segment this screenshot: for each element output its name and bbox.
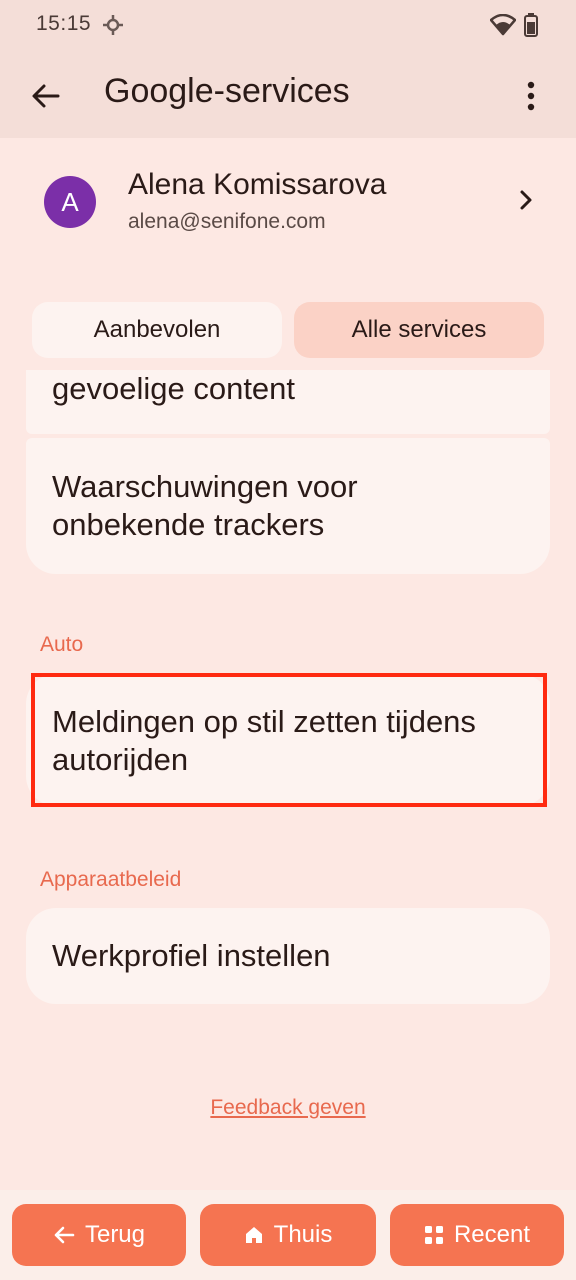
nav-recent-button[interactable]: Recent xyxy=(390,1204,564,1266)
status-time: 15:15 xyxy=(36,12,92,35)
arrow-left-icon xyxy=(54,1226,75,1244)
grid-icon xyxy=(424,1226,443,1244)
feedback-link[interactable]: Feedback geven xyxy=(210,1096,365,1119)
more-options-icon[interactable] xyxy=(516,78,546,114)
back-arrow-icon[interactable] xyxy=(28,78,64,114)
list-item-gevoelige-content[interactable]: gevoelige content xyxy=(26,370,550,434)
nav-back-button[interactable]: Terug xyxy=(12,1204,186,1266)
nav-back-label: Terug xyxy=(84,1221,146,1248)
list-item-label: Waarschuwingen voor onbekende trackers xyxy=(52,469,358,542)
account-email: alena@senifone.com xyxy=(128,210,326,233)
avatar: A xyxy=(44,176,96,228)
nav-recent-label: Recent xyxy=(453,1221,531,1248)
list-item-label: gevoelige content xyxy=(52,371,296,406)
wifi-icon xyxy=(490,14,516,36)
tab-aanbevolen[interactable]: Aanbevolen xyxy=(32,302,282,358)
nav-home-label: Thuis xyxy=(273,1221,333,1248)
chevron-right-icon xyxy=(520,190,532,210)
list-item-tracker-warnings[interactable]: Waarschuwingen voor onbekende trackers xyxy=(26,438,550,574)
feedback-container: Feedback geven xyxy=(0,1096,576,1120)
list-item-work-profile[interactable]: Werkprofiel instellen xyxy=(26,908,550,1004)
home-icon xyxy=(245,1227,262,1243)
status-bar: 15:15 xyxy=(0,0,576,52)
section-header-apparaatbeleid: Apparaatbeleid xyxy=(40,868,182,891)
list-item-label: Werkprofiel instellen xyxy=(52,938,331,973)
battery-icon xyxy=(524,13,538,37)
highlight-box xyxy=(31,673,547,807)
tab-alle-services[interactable]: Alle services xyxy=(294,302,544,358)
nav-home-button[interactable]: Thuis xyxy=(200,1204,376,1266)
bottom-nav: Terug Thuis Recent xyxy=(0,1190,576,1280)
page-title: Google-services xyxy=(104,72,350,110)
app-bar: Google-services xyxy=(0,52,576,138)
section-header-auto: Auto xyxy=(40,633,84,656)
account-row[interactable]: A Alena Komissarova alena@senifone.com xyxy=(0,152,576,262)
location-icon xyxy=(103,15,123,35)
account-name: Alena Komissarova xyxy=(128,168,387,201)
